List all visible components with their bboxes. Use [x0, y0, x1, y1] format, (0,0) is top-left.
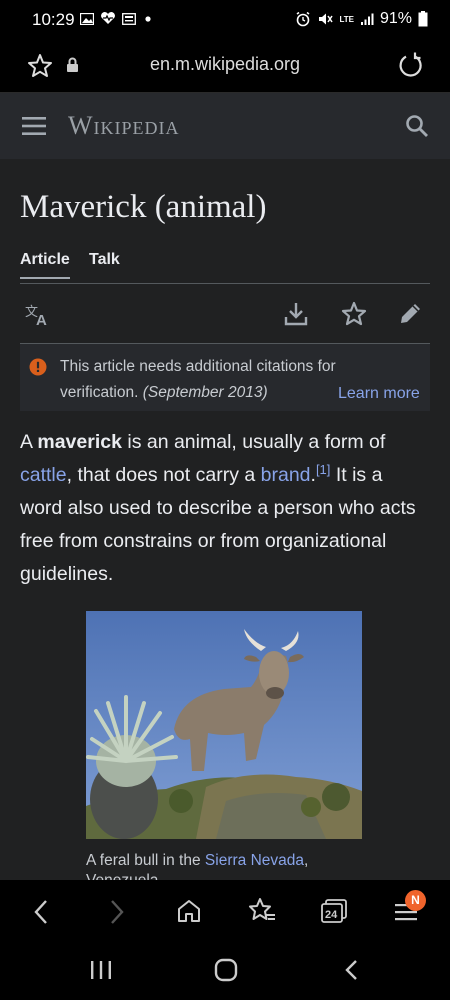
learn-more-link[interactable]: Learn more	[338, 385, 420, 403]
paragraph-line: guidelines.	[20, 563, 114, 585]
text: A	[20, 431, 38, 453]
link-cattle[interactable]: cattle	[20, 464, 67, 486]
bookmarks-icon[interactable]	[248, 897, 276, 923]
language-icon[interactable]: 文A	[25, 303, 51, 327]
status-time: 10:29	[32, 10, 75, 29]
tabs-icon[interactable]: 24	[320, 898, 348, 924]
news-icon	[122, 12, 136, 25]
forward-icon[interactable]	[109, 899, 125, 925]
health-icon	[100, 12, 116, 25]
notice-verification: verification.	[60, 384, 139, 401]
status-notification-icons	[80, 12, 154, 25]
home-button-icon[interactable]	[214, 958, 238, 982]
nav-back-icon[interactable]	[344, 959, 358, 981]
back-icon[interactable]	[33, 899, 49, 925]
warning-icon	[29, 358, 47, 376]
gallery-icon	[80, 12, 94, 25]
home-icon[interactable]	[176, 898, 202, 924]
page-title: Maverick (animal)	[20, 189, 267, 225]
watch-star-icon[interactable]	[341, 301, 367, 326]
tab-article[interactable]: Article	[20, 251, 70, 279]
page-actions: 文A	[20, 283, 430, 344]
text: is an animal, usually a form of	[121, 431, 386, 453]
text: , that does not carry a	[66, 464, 261, 486]
svg-text:A: A	[36, 312, 47, 327]
lte-label: LTE	[339, 14, 354, 24]
text: It is a	[330, 464, 383, 486]
article-tabs: Article Talk	[20, 251, 430, 284]
browser-toolbar: 24 N	[0, 880, 450, 944]
caption-text: A feral bull in the	[86, 852, 205, 869]
url-text[interactable]: en.m.wikipedia.org	[0, 54, 450, 75]
tab-count: 24	[325, 909, 338, 921]
figure-caption: A feral bull in the Sierra Nevada,	[86, 850, 308, 872]
paragraph-line: word also used to describe a person who …	[20, 497, 416, 519]
dot-icon	[142, 13, 154, 25]
wikipedia-wordmark[interactable]: Wikipedia	[68, 111, 180, 141]
menu-icon[interactable]	[22, 116, 46, 136]
browser-url-bar: en.m.wikipedia.org	[0, 40, 450, 93]
paragraph-line: free from constrains or from organizatio…	[20, 530, 387, 552]
link-brand[interactable]: brand	[261, 464, 311, 486]
notice-text-line1: This article needs additional citations …	[60, 358, 336, 375]
notification-badge: N	[405, 890, 426, 911]
figure-caption-line2: Venezuela	[86, 872, 158, 880]
bull-photo[interactable]	[86, 611, 362, 839]
status-right: LTE 91%	[295, 10, 428, 28]
mute-icon	[317, 11, 334, 27]
download-icon[interactable]	[284, 301, 308, 327]
notice-date: (September 2013)	[142, 384, 268, 401]
edit-pencil-icon[interactable]	[399, 301, 423, 325]
battery-percent: 91%	[379, 10, 412, 27]
wiki-header: Wikipedia	[0, 93, 450, 159]
reference-link[interactable]: [1]	[316, 462, 330, 477]
signal-icon	[360, 12, 374, 26]
tab-talk[interactable]: Talk	[89, 251, 120, 269]
battery-icon	[418, 11, 428, 27]
wiki-page: Wikipedia Maverick (animal) Article Talk…	[0, 93, 450, 880]
citation-notice: This article needs additional citations …	[20, 344, 430, 411]
bold-term: maverick	[37, 431, 122, 453]
search-icon[interactable]	[405, 114, 429, 138]
system-nav-bar	[0, 944, 450, 1000]
reload-icon[interactable]	[398, 52, 424, 78]
lead-paragraph: A maverick is an animal, usually a form …	[20, 426, 432, 591]
link-sierra-nevada[interactable]: Sierra Nevada	[205, 852, 304, 869]
status-bar: 10:29 LTE 91%	[0, 0, 450, 40]
caption-text: ,	[304, 852, 309, 869]
alarm-icon	[295, 11, 311, 27]
notice-text-line2: verification. (September 2013)	[60, 384, 268, 402]
recents-icon[interactable]	[90, 960, 112, 980]
